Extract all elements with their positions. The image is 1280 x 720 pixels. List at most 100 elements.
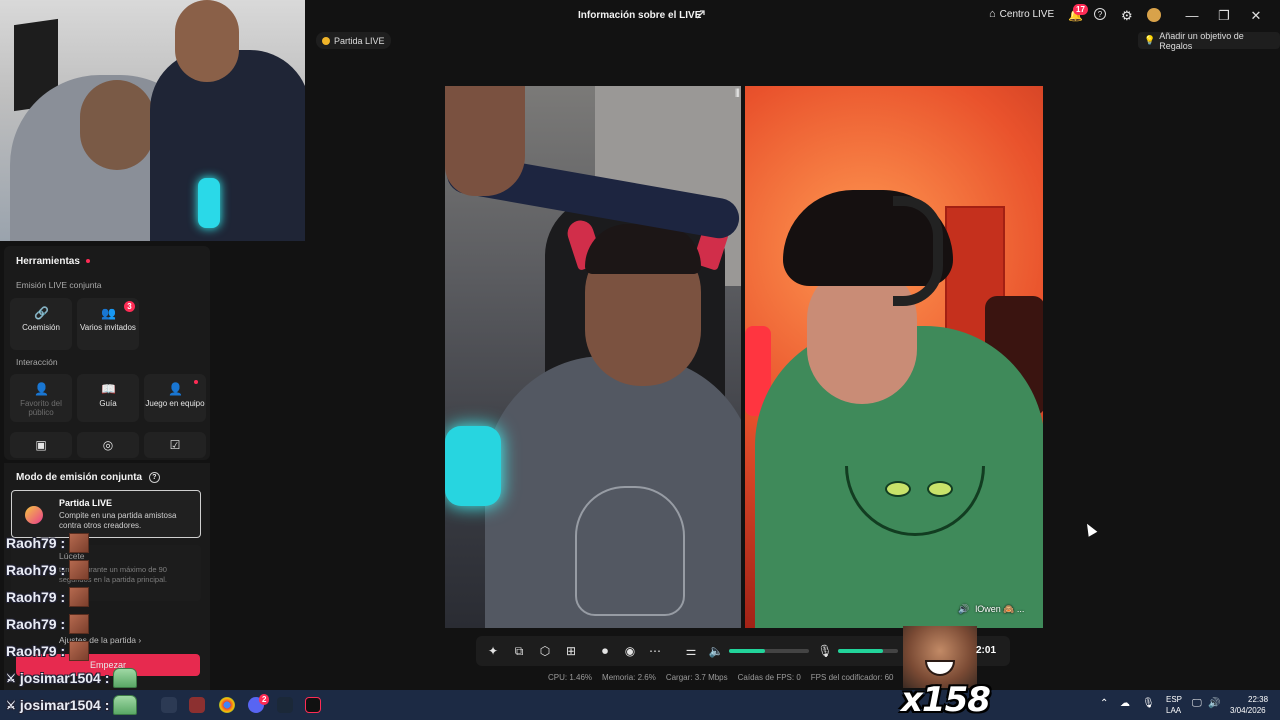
more-icon[interactable]: ⋯ [646,642,664,660]
record-icon[interactable]: ⏺ [596,642,614,660]
headset [893,196,943,306]
clock-time[interactable]: 22:38 [1248,695,1268,704]
volume-slider[interactable] [729,649,809,653]
volume-icon[interactable]: 🔈 [707,642,725,660]
layout-split-icon[interactable]: ⦀ [735,88,740,101]
modo-title-label: Modo de emisión conjunta [16,472,143,484]
notifications-badge: 17 [1073,4,1088,15]
meme-mouth [925,660,955,676]
mic-icon[interactable]: 🎙 [816,642,834,660]
memory-stat: Memoria: 2.6% [602,673,656,682]
juego-equipo-label: Juego en equipo [145,399,205,408]
fps-drop-stat: Caídas de FPS: 0 [737,673,801,682]
second-person-head [445,86,525,196]
add-gift-goal-button[interactable]: 💡 Añadir un objetivo de Regalos [1138,31,1280,51]
performance-stats: CPU: 1.46% Memoria: 2.6% Cargar: 3.7 Mbp… [548,673,894,682]
tools-dot [85,259,90,264]
help-button[interactable]: ? [1094,8,1106,20]
coemision-label: Coemisión [22,323,60,332]
clock-date[interactable]: 3/04/2026 [1230,706,1266,715]
varios-invitados-badge: 3 [124,301,135,312]
chat-username: Raoh79 : [6,562,66,578]
chat-user-icon: ⚔ [6,699,16,712]
coemision-tile[interactable]: 🔗 Coemisión [10,298,72,350]
encoder-fps-stat: FPS del codificador: 60 [810,673,894,682]
mic-light [445,426,501,506]
person-sitting-head [80,80,154,170]
tool-tile-extra-2[interactable]: ◎ [77,432,139,458]
shirt-print [575,486,685,616]
guests-icon: 👥 [101,306,116,320]
guest-name-label: lOwen 🙈 ... [975,604,1025,614]
keyboard-layout[interactable]: LAA [1166,706,1181,715]
tool-tile-extra-3[interactable]: ☑ [144,432,206,458]
favorito-label: Favorito del público [20,399,62,417]
guide-icon: 📖 [101,382,116,396]
effects-icon[interactable]: ✦ [484,642,502,660]
help-icon[interactable]: ? [148,472,160,483]
tools-panel: Herramientas Emisión LIVE conjunta 🔗 Coe… [4,246,210,460]
close-button[interactable]: ✕ [1246,6,1266,26]
chevron-up-icon[interactable]: ⌃ [1100,698,1108,709]
favorite-icon: 👤 [34,382,49,396]
settings-button[interactable]: ⚙ [1121,8,1133,24]
top-bar: Información sobre el LIVE ⌂ Centro LIVE … [305,0,1280,32]
upload-stat: Cargar: 3.7 Mbps [665,673,728,682]
mic-slider[interactable] [838,649,898,653]
add-source-icon[interactable]: ⊞ [562,642,580,660]
app-icon[interactable] [189,697,205,713]
speaker-tray-icon[interactable]: 🔊 [1208,698,1220,709]
share-icon[interactable] [695,9,707,21]
partida-live-card[interactable]: Partida LIVE Compite en una partida amis… [11,490,201,538]
chevron-right-icon: › [138,635,142,645]
cpu-stat: CPU: 1.46% [548,673,593,682]
emote-face-icon [69,641,90,661]
home-icon: ⌂ [989,8,996,20]
tools-title-label: Herramientas [16,256,80,267]
guest-name-tag[interactable]: 🔊 lOwen 🙈 ... [958,604,1024,615]
chat-username: josimar1504 : [19,670,110,686]
cloud-icon[interactable]: ☁ [1120,698,1130,709]
centro-live-label: Centro LIVE [999,8,1055,20]
meme-emote [903,626,977,688]
guia-label: Guía [99,399,117,408]
mic-tray-icon[interactable]: 🎙 [1142,698,1155,709]
emote-face-icon [69,533,90,553]
chat-username: Raoh79 : [6,589,66,605]
partida-live-pill[interactable]: Partida LIVE [316,32,391,49]
chat-message: ⚔ josimar1504 : [6,694,138,716]
chat-message: Raoh79 : [6,586,90,608]
mic-light [198,178,220,228]
profile-button[interactable] [1147,8,1161,22]
tiktok-live-icon[interactable] [305,697,321,713]
tools-title: Herramientas [16,256,90,267]
shirt-grinch-eye [885,481,911,497]
obs-icon[interactable] [161,697,177,713]
chat-username: Raoh79 : [6,643,66,659]
guia-tile[interactable]: 📖 Guía [77,374,139,422]
minimize-button[interactable]: — [1182,6,1202,26]
live-timer: 2:01 [976,645,997,656]
mixer-icon[interactable]: ⚌ [682,642,700,660]
partida-card-desc: Compite en una partida amistosa contra o… [59,511,177,530]
ai-icon[interactable]: ⬡ [536,642,554,660]
language-indicator[interactable]: ESP [1166,695,1182,704]
chat-username: Raoh79 : [6,535,66,551]
tool-icon: ▣ [35,438,47,452]
tool-tile-extra-1[interactable]: ▣ [10,432,72,458]
help-icon: ? [1094,8,1106,20]
lightbulb-icon: 💡 [1144,35,1156,45]
maximize-button[interactable]: ❐ [1214,6,1234,26]
layout-icon[interactable]: ⧉ [510,642,528,660]
favorito-tile[interactable]: 👤 Favorito del público [10,374,72,422]
person-standing [150,50,305,241]
gear-icon: ⚙ [1121,8,1133,23]
chat-username: josimar1504 : [19,697,110,713]
steam-icon[interactable] [277,697,293,713]
person-standing-head [175,0,239,82]
chrome-icon[interactable] [219,697,235,713]
capture-icon[interactable]: ◉ [621,642,639,660]
centro-live-button[interactable]: ⌂ Centro LIVE [989,8,1054,20]
shirt-grinch-eye [927,481,953,497]
display-icon[interactable]: 🖵 [1192,698,1202,709]
